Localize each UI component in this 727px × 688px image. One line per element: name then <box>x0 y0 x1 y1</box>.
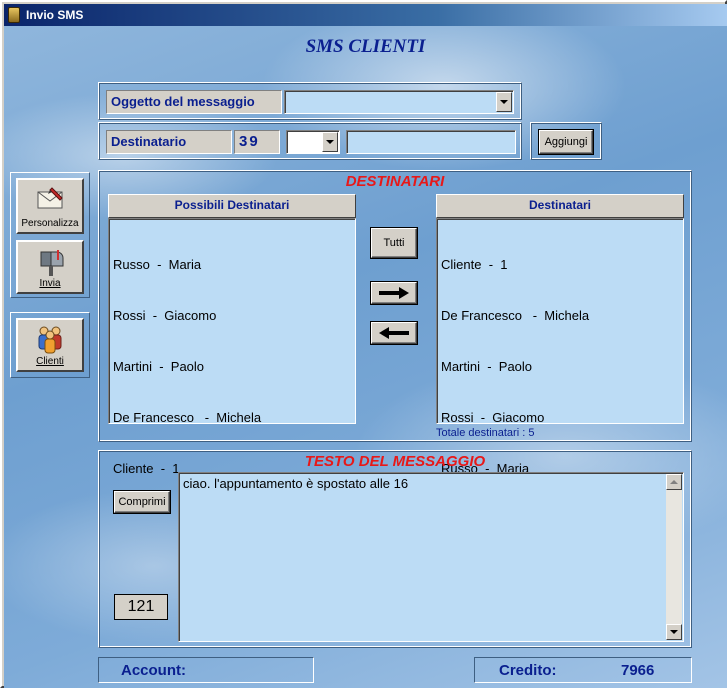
chevron-up-icon <box>670 480 678 484</box>
destinatari-header: Destinatari <box>436 194 684 218</box>
app-icon <box>8 7 20 23</box>
list-item[interactable]: Rossi - Giacomo <box>441 409 589 426</box>
personalizza-button[interactable]: Personalizza <box>16 178 84 234</box>
list-item[interactable]: De Francesco - Michela <box>441 307 589 324</box>
message-textarea[interactable]: ciao. l'appuntamento è spostato alle 16 <box>178 472 684 642</box>
add-recipient-button[interactable] <box>371 282 417 304</box>
arrow-right-icon <box>377 286 411 300</box>
oggetto-combo[interactable] <box>284 90 514 114</box>
possibili-list[interactable]: Russo - Maria Rossi - Giacomo Martini - … <box>108 218 356 476</box>
window-title: Invio SMS <box>26 8 84 22</box>
list-item[interactable]: Cliente - 1 <box>441 256 589 273</box>
invia-label: Invia <box>39 278 61 289</box>
possibili-header: Possibili Destinatari <box>108 194 356 218</box>
chevron-down-icon <box>500 100 508 104</box>
destinatari-list[interactable]: Cliente - 1 De Francesco - Michela Marti… <box>436 218 684 476</box>
credito-box: Credito: 7966 <box>474 657 692 683</box>
credito-label: Credito: <box>499 662 557 679</box>
clienti-label: Clienti <box>36 356 64 367</box>
clienti-button[interactable]: Clienti <box>16 318 84 372</box>
edit-document-icon <box>34 184 66 215</box>
oggetto-label: Oggetto del messaggio <box>106 90 282 114</box>
prefisso-field[interactable]: 39 <box>234 130 280 154</box>
messaggio-title: TESTO DEL MESSAGGIO <box>304 453 486 470</box>
aggiungi-button[interactable]: Aggiungi <box>539 130 593 154</box>
chevron-down-icon <box>670 630 678 634</box>
operatore-dropdown-button[interactable] <box>322 132 338 152</box>
credito-value: 7966 <box>621 662 655 679</box>
account-box: Account: <box>98 657 314 683</box>
char-counter: 121 <box>114 594 168 620</box>
oggetto-dropdown-button[interactable] <box>496 92 512 112</box>
scroll-up-button[interactable] <box>666 474 682 490</box>
operatore-combo[interactable] <box>286 130 340 154</box>
scroll-down-button[interactable] <box>666 624 682 640</box>
remove-recipient-button[interactable] <box>371 322 417 344</box>
invia-button[interactable]: Invia <box>16 240 84 294</box>
list-item[interactable]: Russo - Maria <box>113 256 261 273</box>
message-scrollbar[interactable] <box>666 474 682 640</box>
destinatari-title: DESTINATARI <box>345 173 445 190</box>
personalizza-label: Personalizza <box>21 218 79 229</box>
list-item[interactable]: Martini - Paolo <box>113 358 261 375</box>
chevron-down-icon <box>326 140 334 144</box>
account-label: Account: <box>121 662 186 679</box>
list-item[interactable]: Martini - Paolo <box>441 358 589 375</box>
list-item[interactable]: De Francesco - Michela <box>113 409 261 426</box>
sms-window: Invio SMS SMS CLIENTI Oggetto del messag… <box>0 0 727 688</box>
message-text: ciao. l'appuntamento è spostato alle 16 <box>183 476 409 491</box>
comprimi-button[interactable]: Comprimi <box>114 491 170 513</box>
numero-input[interactable] <box>346 130 516 154</box>
client-area: SMS CLIENTI Oggetto del messaggio Destin… <box>4 26 727 688</box>
people-icon <box>34 324 66 357</box>
list-item[interactable]: Rossi - Giacomo <box>113 307 261 324</box>
title-bar[interactable]: Invio SMS <box>4 4 727 26</box>
arrow-left-icon <box>377 326 411 340</box>
mailbox-icon <box>35 246 65 279</box>
page-title: SMS CLIENTI <box>305 36 426 57</box>
tutti-button[interactable]: Tutti <box>371 228 417 258</box>
destinatario-label: Destinatario <box>106 130 232 154</box>
totale-destinatari: Totale destinatari : 5 <box>436 427 535 439</box>
